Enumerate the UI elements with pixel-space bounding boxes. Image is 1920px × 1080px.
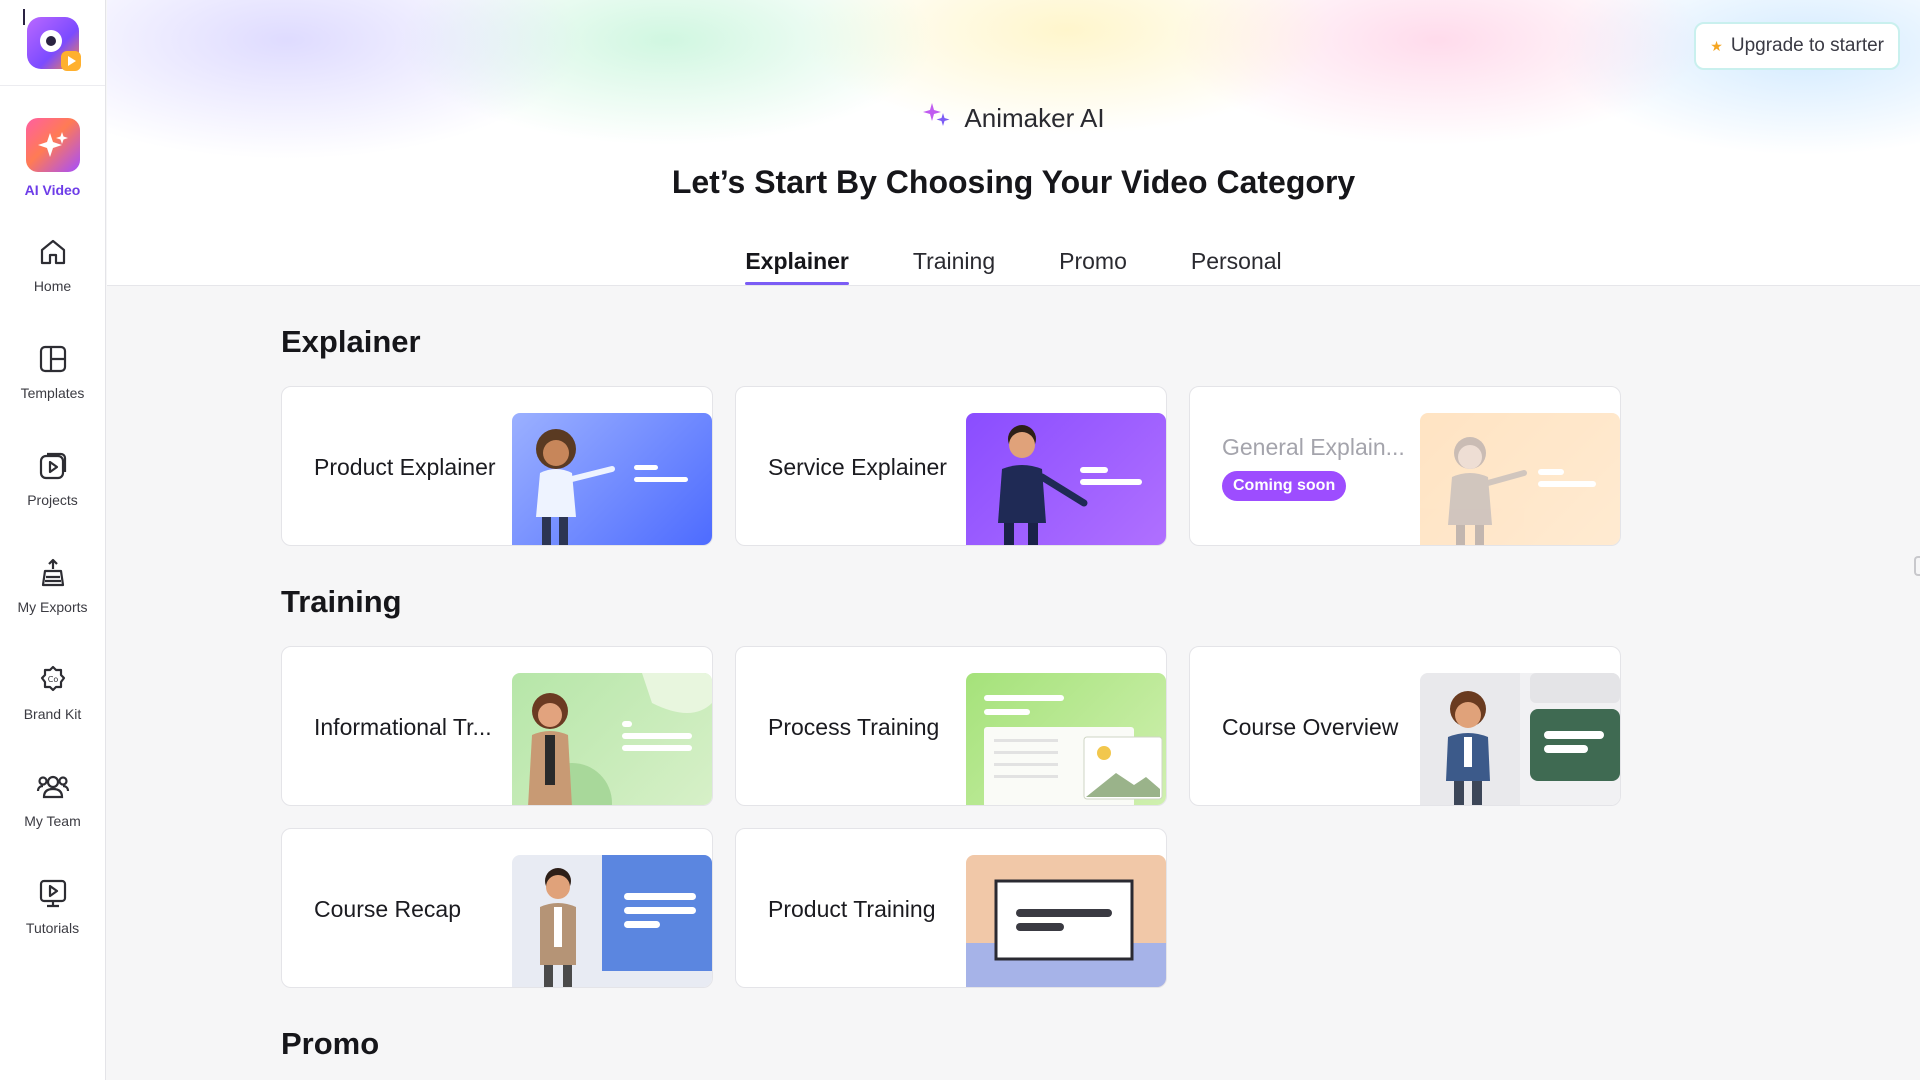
sidebar-item-my-exports[interactable]: My Exports	[0, 532, 106, 639]
exports-icon	[37, 557, 69, 589]
sidebar-item-tutorials[interactable]: Tutorials	[0, 853, 106, 960]
section-title-explainer: Explainer	[281, 324, 421, 359]
card-service-explainer[interactable]: Service Explainer	[735, 386, 1167, 546]
sidebar-item-label: AI Video	[24, 181, 81, 198]
sidebar-item-my-team[interactable]: My Team	[0, 746, 106, 853]
page-header: ★ Upgrade to starter Animaker AI Let’s S…	[107, 0, 1920, 286]
sidebar-item-home[interactable]: Home	[0, 211, 106, 318]
home-icon	[37, 236, 69, 268]
tab-personal[interactable]: Personal	[1191, 248, 1282, 285]
informational-training-thumbnail	[512, 673, 712, 805]
sidebar-nav: AI Video Home Templates Projects My Expo…	[0, 86, 105, 960]
card-course-overview[interactable]: Course Overview	[1189, 646, 1621, 806]
sparkle-icon	[922, 100, 952, 137]
upgrade-button[interactable]: ★ Upgrade to starter	[1694, 22, 1900, 70]
sidebar-item-label: Brand Kit	[23, 705, 82, 722]
projects-icon	[37, 450, 69, 482]
page-title: Let’s Start By Choosing Your Video Categ…	[671, 164, 1356, 200]
section-title-training: Training	[281, 584, 402, 619]
training-grid: Informational Tr... Process Training Cou…	[281, 646, 1681, 988]
card-label: Service Explainer	[768, 453, 947, 480]
scroll-handle[interactable]	[1914, 556, 1920, 576]
sidebar-item-ai-video[interactable]: AI Video	[0, 104, 106, 211]
service-explainer-thumbnail	[966, 413, 1166, 545]
section-title-promo: Promo	[281, 1026, 380, 1061]
card-label: General Explain...	[1222, 433, 1405, 460]
team-icon	[36, 771, 70, 803]
card-label: Product Explainer	[314, 453, 496, 480]
sidebar-item-label: Projects	[27, 491, 78, 508]
coming-soon-badge: Coming soon	[1222, 471, 1347, 501]
main-area: ★ Upgrade to starter Animaker AI Let’s S…	[107, 0, 1920, 1080]
card-product-explainer[interactable]: Product Explainer	[281, 386, 713, 546]
sidebar-item-label: Templates	[20, 384, 85, 401]
sidebar-item-label: Home	[33, 277, 72, 294]
card-general-explainer[interactable]: General Explain... Coming soon	[1189, 386, 1621, 546]
sidebar-item-brand-kit[interactable]: Co Brand Kit	[0, 639, 106, 746]
card-label: Informational Tr...	[314, 713, 492, 740]
card-process-training[interactable]: Process Training	[735, 646, 1167, 806]
card-label: Course Overview	[1222, 713, 1399, 740]
animaker-logo-icon	[22, 8, 81, 71]
tab-explainer[interactable]: Explainer	[745, 248, 849, 285]
sidebar-item-projects[interactable]: Projects	[0, 425, 106, 532]
product-training-thumbnail	[966, 855, 1166, 987]
sidebar-item-templates[interactable]: Templates	[0, 318, 106, 425]
upgrade-label: Upgrade to starter	[1730, 35, 1884, 56]
category-content: Explainer Product Explainer Service Expl…	[281, 286, 1681, 1062]
explainer-grid: Product Explainer Service Explainer Gene…	[281, 386, 1681, 546]
card-label: Process Training	[768, 713, 940, 740]
ai-video-icon	[25, 117, 80, 172]
tutorials-icon	[37, 878, 69, 910]
process-training-thumbnail	[966, 673, 1166, 805]
card-course-recap[interactable]: Course Recap	[281, 828, 713, 988]
card-label: Course Recap	[314, 895, 462, 922]
card-product-training[interactable]: Product Training	[735, 828, 1167, 988]
card-informational-training[interactable]: Informational Tr...	[281, 646, 713, 806]
general-explainer-thumbnail	[1420, 413, 1620, 545]
card-label: Product Training	[768, 895, 936, 922]
category-tabs: Explainer Training Promo Personal	[107, 248, 1920, 285]
brand-name: Animaker AI	[964, 103, 1105, 133]
sidebar-item-label: Tutorials	[25, 919, 80, 936]
brand-kit-icon: Co	[37, 664, 69, 696]
svg-text:Co: Co	[47, 675, 58, 684]
course-recap-thumbnail	[512, 855, 712, 987]
app-logo[interactable]	[0, 0, 105, 86]
course-overview-thumbnail	[1420, 673, 1620, 805]
sidebar: AI Video Home Templates Projects My Expo…	[0, 0, 106, 1080]
sidebar-item-label: My Team	[24, 812, 81, 829]
sidebar-item-label: My Exports	[17, 598, 88, 615]
tab-promo[interactable]: Promo	[1059, 248, 1127, 285]
templates-icon	[37, 343, 69, 375]
product-explainer-thumbnail	[512, 413, 712, 545]
brand-heading: Animaker AI	[107, 100, 1920, 137]
tab-training[interactable]: Training	[913, 248, 995, 285]
star-icon: ★	[1710, 37, 1723, 54]
